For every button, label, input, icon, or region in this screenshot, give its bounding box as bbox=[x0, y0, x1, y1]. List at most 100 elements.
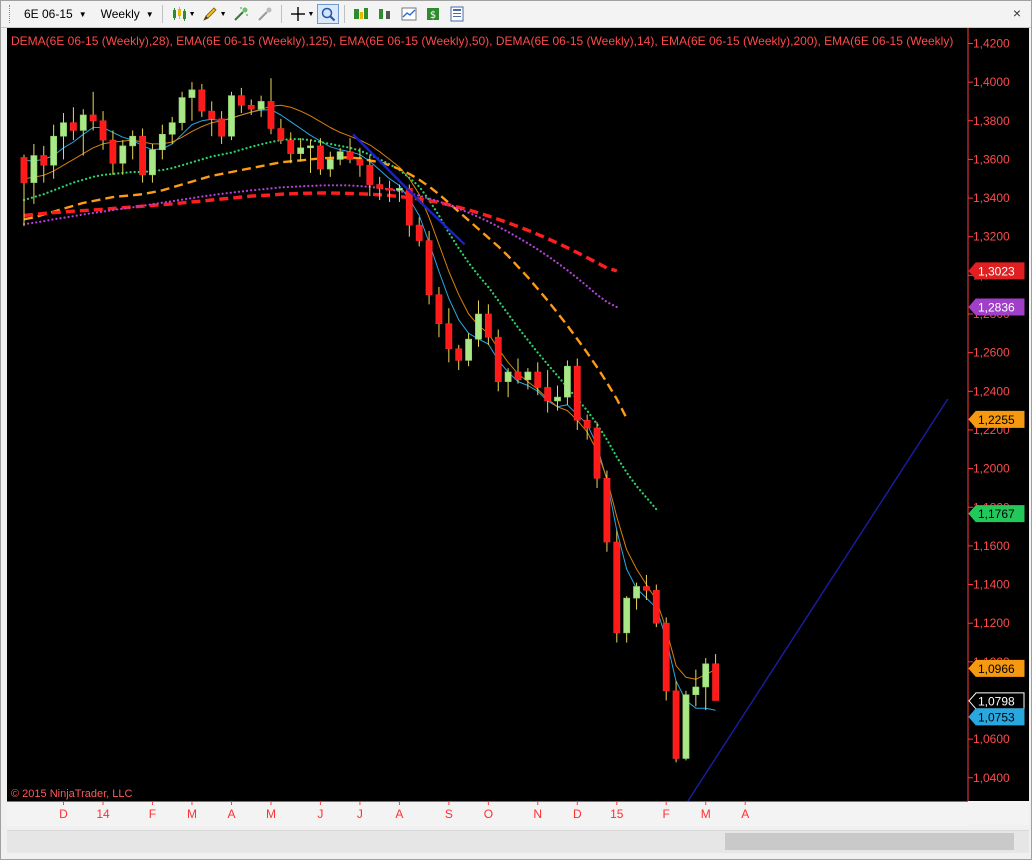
candle[interactable] bbox=[435, 286, 443, 338]
candle[interactable] bbox=[50, 124, 58, 179]
candle[interactable] bbox=[455, 344, 463, 371]
chart-style-button[interactable] bbox=[374, 4, 396, 24]
candle-body-up bbox=[692, 686, 700, 696]
candle-body-down bbox=[69, 122, 77, 131]
candle[interactable] bbox=[287, 132, 295, 164]
chevron-down-icon[interactable]: ▼ bbox=[308, 11, 315, 18]
candle-body-up bbox=[396, 188, 403, 191]
candle[interactable] bbox=[445, 308, 453, 363]
trendline[interactable] bbox=[687, 398, 949, 801]
candle[interactable] bbox=[218, 111, 225, 144]
candle[interactable] bbox=[316, 138, 324, 175]
candle[interactable] bbox=[346, 138, 354, 164]
candle-body-down bbox=[643, 586, 650, 591]
chevron-down-icon[interactable]: ▼ bbox=[189, 11, 196, 18]
candle[interactable] bbox=[69, 107, 77, 141]
candle[interactable] bbox=[682, 690, 690, 761]
candle[interactable] bbox=[228, 91, 235, 141]
candle[interactable] bbox=[307, 140, 314, 173]
candle[interactable] bbox=[237, 87, 245, 114]
data-series-button[interactable] bbox=[350, 4, 372, 24]
candle[interactable] bbox=[425, 230, 433, 305]
candle[interactable] bbox=[396, 184, 403, 202]
candle-body-down bbox=[573, 365, 581, 421]
candle[interactable] bbox=[573, 358, 581, 430]
candle-body-down bbox=[415, 224, 423, 241]
candle[interactable] bbox=[297, 138, 305, 162]
candle[interactable] bbox=[544, 370, 552, 413]
candle[interactable] bbox=[257, 95, 265, 117]
indicators-button[interactable] bbox=[230, 4, 252, 24]
candle[interactable] bbox=[672, 681, 680, 763]
candle[interactable] bbox=[139, 128, 146, 183]
strategies-button[interactable] bbox=[254, 4, 276, 24]
candle[interactable] bbox=[702, 657, 710, 711]
zoom-button[interactable] bbox=[317, 4, 340, 24]
scrollbar-thumb[interactable] bbox=[725, 833, 1014, 850]
candle[interactable] bbox=[188, 82, 196, 121]
candle-body-up bbox=[60, 122, 67, 137]
price-marker-label: 1,0966 bbox=[978, 662, 1015, 676]
candle[interactable] bbox=[208, 101, 216, 137]
candle[interactable] bbox=[465, 333, 472, 367]
crosshair-icon bbox=[290, 7, 305, 21]
candle[interactable] bbox=[40, 145, 48, 183]
candle[interactable] bbox=[158, 124, 166, 160]
candle[interactable] bbox=[386, 180, 393, 202]
candle[interactable] bbox=[60, 113, 67, 160]
candle[interactable] bbox=[603, 470, 611, 552]
candle[interactable] bbox=[563, 360, 571, 405]
toolbar-grip[interactable] bbox=[9, 5, 14, 23]
candle-body-up bbox=[524, 371, 532, 381]
candle[interactable] bbox=[633, 582, 640, 610]
chevron-down-icon[interactable]: ▼ bbox=[220, 11, 227, 18]
candle[interactable] bbox=[652, 584, 660, 628]
candle[interactable] bbox=[30, 143, 38, 204]
candle[interactable] bbox=[692, 669, 700, 707]
candle[interactable] bbox=[119, 140, 127, 175]
horizontal-scrollbar[interactable] bbox=[7, 830, 1029, 853]
candle-body-down bbox=[366, 164, 374, 185]
indicator-line-0 bbox=[23, 109, 716, 711]
candle[interactable] bbox=[326, 151, 334, 177]
candle[interactable] bbox=[178, 91, 186, 131]
candle[interactable] bbox=[613, 530, 621, 643]
candle[interactable] bbox=[712, 654, 719, 701]
close-icon[interactable]: × bbox=[1013, 5, 1021, 21]
candle-body-down bbox=[534, 371, 542, 388]
y-tick-label: 1,0600 bbox=[973, 732, 1010, 746]
x-tick-label: A bbox=[227, 807, 235, 821]
candle[interactable] bbox=[623, 596, 631, 643]
chart-trader-button[interactable] bbox=[398, 4, 420, 24]
candle[interactable] bbox=[109, 130, 117, 175]
candle[interactable] bbox=[504, 368, 512, 398]
candle[interactable] bbox=[524, 368, 532, 390]
order-button[interactable]: $ bbox=[422, 4, 444, 24]
candle-body-up bbox=[149, 149, 156, 176]
candle-body-down bbox=[99, 120, 107, 141]
drawing-tools-button[interactable] bbox=[199, 4, 221, 24]
candle[interactable] bbox=[168, 116, 176, 144]
properties-button[interactable] bbox=[446, 4, 468, 24]
x-tick-label: F bbox=[149, 807, 156, 821]
interval-selector[interactable]: Weekly ▼ bbox=[97, 4, 158, 24]
candle[interactable] bbox=[593, 422, 601, 488]
price-chart[interactable]: 1,04001,06001,08001,10001,12001,14001,16… bbox=[7, 28, 1029, 801]
instrument-selector[interactable]: 6E 06-15 ▼ bbox=[20, 4, 91, 24]
candle[interactable] bbox=[149, 143, 156, 183]
candle[interactable] bbox=[89, 91, 97, 131]
candle[interactable] bbox=[277, 118, 285, 144]
candle[interactable] bbox=[662, 617, 670, 701]
candle[interactable] bbox=[484, 304, 492, 345]
candle[interactable] bbox=[267, 78, 275, 135]
candle-body-down bbox=[287, 139, 295, 154]
candle[interactable] bbox=[494, 329, 502, 392]
bar-type-button[interactable] bbox=[168, 4, 190, 24]
candle[interactable] bbox=[198, 84, 206, 117]
pencil-icon bbox=[202, 7, 217, 21]
candle-body-down bbox=[20, 157, 28, 183]
crosshair-button[interactable] bbox=[287, 4, 309, 24]
candle[interactable] bbox=[129, 130, 137, 160]
candle-body-down bbox=[484, 313, 492, 338]
candle-body-down bbox=[603, 477, 611, 543]
